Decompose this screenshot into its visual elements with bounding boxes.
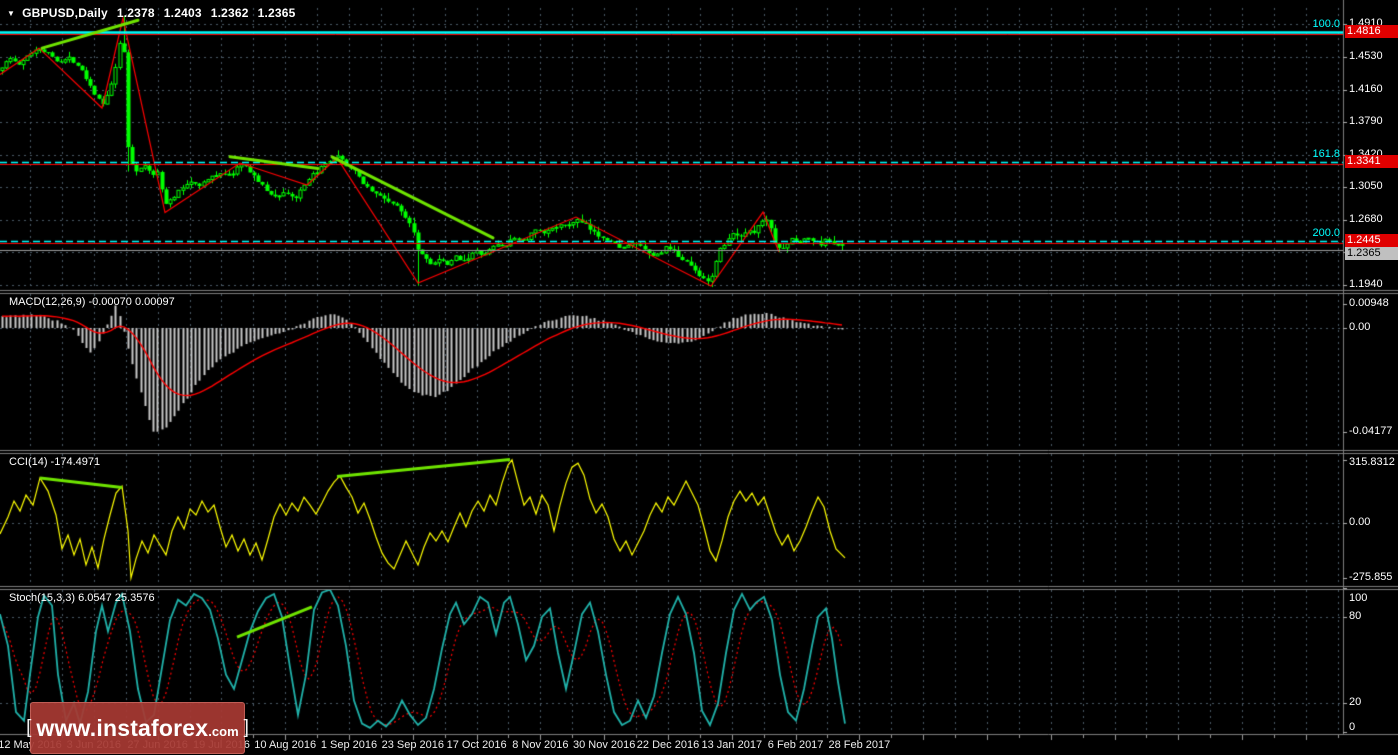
stoch-tick-label: 100	[1349, 592, 1368, 604]
price-tick-label: 1.3050	[1349, 180, 1383, 193]
instaforex-watermark: [ www.instaforex .com ]	[26, 702, 249, 754]
price-tick-label: 1.3790	[1349, 115, 1383, 128]
watermark-tld: .com	[208, 724, 239, 739]
price-tick-label: 1.4530	[1349, 50, 1383, 63]
date-label: 28 Feb 2017	[828, 739, 891, 751]
watermark-domain: www.instaforex	[36, 714, 209, 741]
date-label: 23 Sep 2016	[381, 739, 444, 751]
date-label: 6 Feb 2017	[767, 739, 824, 751]
stoch-tick-label: 0	[1349, 721, 1356, 733]
macd-indicator-label: MACD(12,26,9) -0.00070 0.00097	[9, 296, 175, 308]
date-label: 10 Aug 2016	[254, 739, 317, 751]
date-label: 30 Nov 2016	[572, 739, 636, 751]
fib-level-label: 200.0	[1312, 226, 1340, 239]
stoch-tick-label: 80	[1349, 610, 1362, 622]
macd-tick-label: -0.04177	[1349, 425, 1393, 438]
mt4-chart-window: ▼ GBPUSD,Daily 1.2378 1.2403 1.2362 1.23…	[0, 0, 1398, 755]
current-price-badge: 1.2365	[1345, 246, 1398, 260]
date-label: 22 Dec 2016	[636, 739, 700, 751]
date-label: 13 Jan 2017	[701, 739, 763, 751]
ohlc-close: 1.2365	[257, 6, 296, 20]
watermark-right-bracket: ]	[243, 717, 249, 738]
price-tick-label: 1.2680	[1349, 212, 1383, 225]
chart-title: ▼ GBPUSD,Daily 1.2378 1.2403 1.2362 1.23…	[7, 6, 296, 20]
symbol-timeframe-label: GBPUSD,Daily	[22, 6, 108, 20]
stoch-tick-label: 20	[1349, 696, 1362, 709]
date-label: 17 Oct 2016	[446, 739, 507, 751]
cci-tick-label: -275.855	[1349, 571, 1393, 584]
stoch-indicator-label: Stoch(15,3,3) 6.0547 25.3576	[9, 592, 155, 604]
symbol-dropdown-icon[interactable]: ▼	[7, 9, 15, 18]
price-tick-label: 1.4160	[1349, 82, 1383, 95]
price-level-badge: 1.4816	[1345, 25, 1398, 39]
price-tick-label: 1.1940	[1349, 277, 1383, 290]
cci-tick-label: 315.8312	[1349, 456, 1395, 468]
macd-tick-label: 0.00948	[1349, 297, 1389, 310]
date-label: 8 Nov 2016	[512, 739, 569, 751]
price-chart-canvas[interactable]	[0, 0, 1398, 755]
fib-level-label: 161.8	[1312, 147, 1340, 160]
price-level-badge: 1.2445	[1345, 233, 1398, 247]
macd-tick-label: 0.00	[1349, 321, 1371, 333]
cci-indicator-label: CCI(14) -174.4971	[9, 456, 101, 468]
watermark-left-bracket: [	[26, 717, 32, 738]
ohlc-open: 1.2378	[116, 6, 155, 20]
cci-tick-label: 0.00	[1349, 516, 1371, 528]
fib-level-label: 100.0	[1312, 18, 1340, 31]
price-level-badge: 1.3341	[1345, 154, 1398, 168]
ohlc-low: 1.2362	[210, 6, 249, 20]
ohlc-high: 1.2403	[163, 6, 202, 20]
date-label: 1 Sep 2016	[320, 739, 378, 751]
